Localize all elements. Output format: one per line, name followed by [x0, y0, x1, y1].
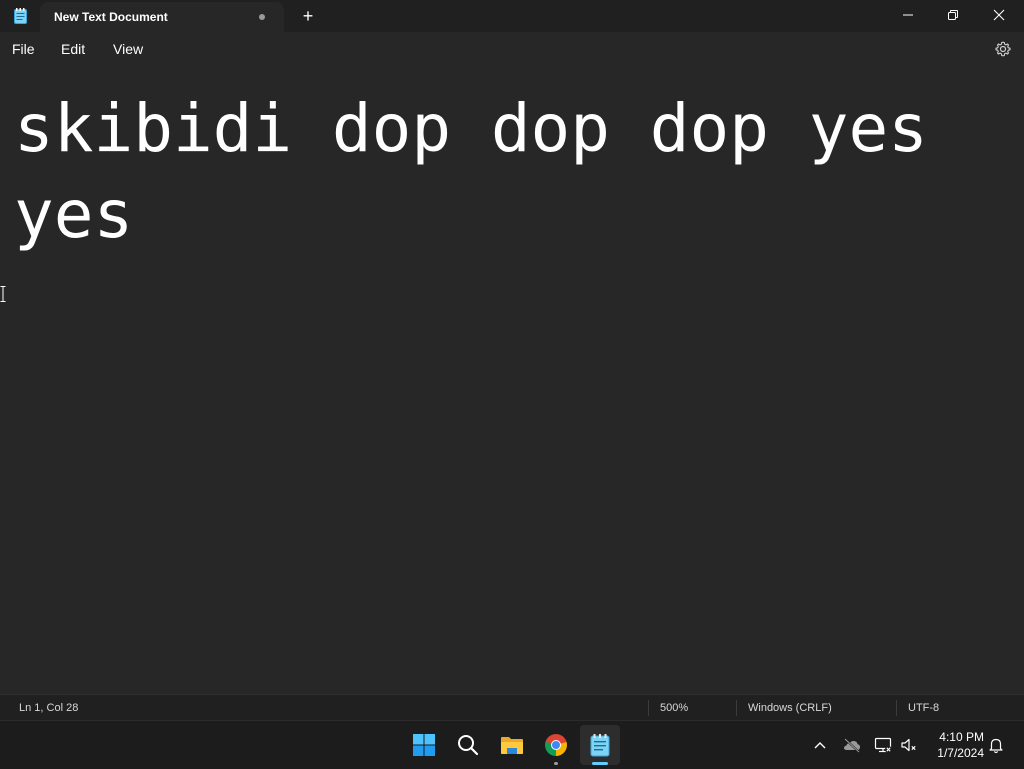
text-editor-area[interactable]: skibidi dop dop dop yes yes [0, 66, 1024, 692]
file-explorer-icon [501, 737, 523, 754]
search-button[interactable] [448, 725, 488, 765]
tab-new-text-document[interactable]: New Text Document [40, 2, 284, 32]
onedrive-cloud-offline-icon[interactable] [842, 735, 862, 755]
notepad-icon [590, 734, 610, 757]
notepad-button[interactable] [580, 725, 620, 765]
notepad-app-icon [14, 8, 27, 24]
tab-title: New Text Document [54, 10, 168, 24]
status-divider [648, 700, 649, 716]
cursor-position: Ln 1, Col 28 [19, 702, 79, 714]
menu-file[interactable]: File [12, 41, 35, 57]
status-bar: Ln 1, Col 28 500% Windows (CRLF) UTF-8 [0, 694, 1024, 721]
menu-edit[interactable]: Edit [61, 41, 85, 57]
clock-time: 4:10 PM [939, 730, 984, 744]
search-icon [458, 735, 479, 756]
chrome-button[interactable] [536, 725, 576, 765]
menu-view[interactable]: View [113, 41, 143, 57]
line-ending[interactable]: Windows (CRLF) [748, 702, 832, 714]
restore-button[interactable] [930, 0, 976, 30]
minimize-icon [903, 14, 913, 16]
text-cursor-icon [0, 286, 6, 302]
network-icon[interactable] [873, 735, 893, 755]
taskbar-clock[interactable]: 4:10 PM 1/7/2024 [928, 729, 984, 761]
clock-date: 1/7/2024 [937, 746, 984, 760]
taskbar: 4:10 PM 1/7/2024 [0, 720, 1024, 769]
active-app-indicator [592, 762, 608, 765]
minimize-button[interactable] [885, 0, 931, 30]
notepad-window: New Text Document + File Edit View skibi… [0, 0, 1024, 721]
title-bar[interactable]: New Text Document + [0, 0, 1024, 32]
show-hidden-icons-chevron-up-icon[interactable] [810, 735, 830, 755]
restore-icon [948, 10, 958, 20]
start-icon [413, 734, 435, 756]
volume-muted-icon[interactable] [899, 735, 919, 755]
start-button[interactable] [404, 725, 444, 765]
close-button[interactable] [976, 0, 1022, 30]
zoom-level[interactable]: 500% [660, 702, 688, 714]
status-divider [736, 700, 737, 716]
running-indicator [554, 762, 558, 765]
settings-gear-icon[interactable] [994, 40, 1012, 58]
document-text[interactable]: skibidi dop dop dop yes yes [14, 86, 1014, 258]
notification-bell-icon[interactable] [986, 735, 1006, 755]
encoding[interactable]: UTF-8 [908, 702, 939, 714]
chrome-icon [545, 734, 567, 756]
menu-bar: File Edit View [0, 32, 1024, 66]
file-explorer-button[interactable] [492, 725, 532, 765]
close-icon [993, 9, 1005, 21]
unsaved-indicator-icon[interactable] [259, 14, 265, 20]
status-divider [896, 700, 897, 716]
new-tab-button[interactable]: + [296, 6, 320, 26]
